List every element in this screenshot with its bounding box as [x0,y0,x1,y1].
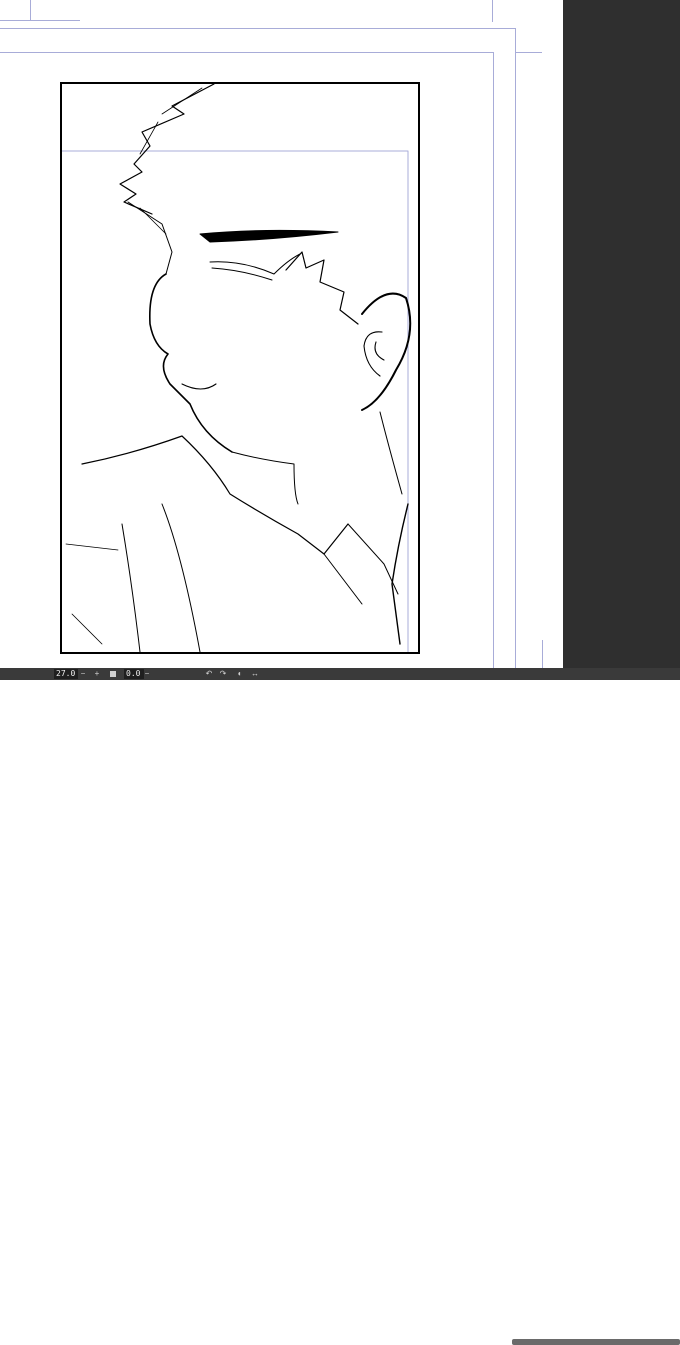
guide-line [30,0,31,20]
guide-line [492,0,493,22]
reset-icon[interactable]: ◐ [234,668,246,680]
guide-line [515,28,516,668]
comic-panel[interactable] [60,82,420,654]
rotation-field[interactable]: 0.0 [124,669,144,679]
rotate-right-icon[interactable]: ↷ [218,668,228,680]
guide-line [0,52,493,53]
zoom-field[interactable]: 27.0 [54,669,78,679]
side-panel [563,0,680,680]
guide-line [0,28,515,29]
minus-icon[interactable]: − [142,668,152,680]
guide-line [493,52,494,668]
drawing-canvas[interactable] [0,0,563,668]
guide-line [0,20,80,21]
plus-icon[interactable]: + [92,668,102,680]
guide-line [515,52,542,53]
flip-icon[interactable]: ↔ [250,668,260,680]
line-art [62,84,412,652]
minus-icon[interactable]: − [78,668,88,680]
status-bar: 27.0 − + 0.0 − ↶ ↷ ◐ ↔ [0,668,680,1345]
rotate-left-icon[interactable]: ↶ [204,668,214,680]
horizontal-scrollbar[interactable] [512,1339,680,1345]
guide-line [542,640,543,668]
square-icon[interactable] [108,668,118,680]
